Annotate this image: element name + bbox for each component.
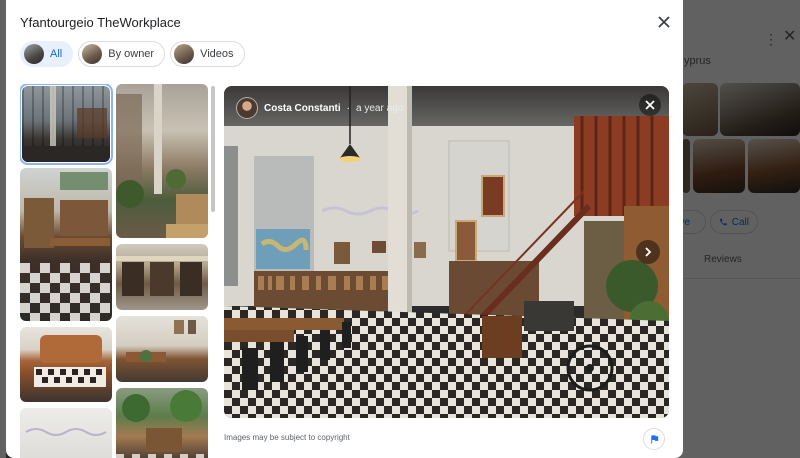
- thumbnail-scene: [116, 84, 208, 238]
- background-close-icon: ✕: [783, 28, 797, 45]
- author-name[interactable]: Costa Constanti: [264, 103, 341, 114]
- chip-thumbnail: [174, 44, 195, 64]
- background-photo-4: [693, 139, 745, 193]
- thumbnail-scene: [22, 86, 110, 162]
- thumbnail-bookshelves[interactable]: [20, 168, 112, 321]
- dialog-close-button[interactable]: [654, 12, 674, 32]
- thumbnail-grid: [20, 84, 210, 458]
- background-call-label: Call: [731, 216, 749, 228]
- thumbnail-scene: [116, 390, 204, 458]
- main-photo-image: [224, 86, 669, 418]
- next-photo-button[interactable]: [636, 240, 660, 264]
- copyright-notice: Images may be subject to copyright: [224, 433, 350, 442]
- thumbnail-storefront[interactable]: [116, 244, 208, 310]
- chip-thumbnail: [82, 44, 103, 64]
- thumbnail-scrollbar[interactable]: [211, 86, 215, 212]
- filter-chip-label: All: [50, 48, 63, 60]
- thumbnail-courtyard[interactable]: [116, 84, 208, 238]
- phone-icon: [720, 218, 727, 226]
- thumbnail-interior-table[interactable]: [116, 316, 208, 382]
- close-icon: [658, 16, 670, 28]
- filter-chip-by-owner[interactable]: By owner: [78, 41, 166, 67]
- report-photo-button[interactable]: [643, 428, 665, 450]
- background-photo-2: [720, 83, 800, 136]
- chevron-right-icon: [645, 247, 652, 257]
- photo-timestamp: a year ago: [356, 102, 404, 114]
- thumbnail-scene: [116, 256, 208, 296]
- dialog-title: Yfantourgeio TheWorkplace: [20, 15, 181, 30]
- thumbnail-scene: [34, 335, 106, 387]
- background-divider: [672, 278, 800, 279]
- filter-chip-label: By owner: [108, 48, 155, 60]
- close-icon: [645, 100, 655, 110]
- more-vert-icon: ⋮: [764, 31, 778, 47]
- thumbnail-wall-lettering[interactable]: [20, 408, 112, 458]
- background-photo-1: [682, 83, 718, 136]
- background-call-button: Call: [710, 210, 758, 234]
- photo-close-button[interactable]: [639, 94, 661, 116]
- thumbnail-garden[interactable]: [116, 388, 208, 458]
- thumbnail-scene: [20, 172, 110, 321]
- thumbnail-sofa-chessboard[interactable]: [20, 327, 112, 402]
- thumbnail-scene: [126, 320, 196, 362]
- chip-thumbnail: [24, 44, 44, 64]
- author-separator: ·: [346, 102, 351, 114]
- background-place-text: yprus: [684, 55, 711, 67]
- background-photo-5: [748, 139, 800, 193]
- filter-chip-videos[interactable]: Videos: [170, 41, 245, 67]
- background-reviews-tab: Reviews: [704, 254, 742, 265]
- thumbnail-scene: [25, 428, 107, 436]
- thumbnail-workspace-interior[interactable]: [20, 84, 113, 165]
- background-place-panel: ⋮ ✕ yprus ave Call Reviews: [666, 0, 800, 458]
- author-avatar: [236, 97, 258, 119]
- background-photo-3: [682, 139, 690, 193]
- main-photo[interactable]: Costa Constanti · a year ago: [224, 86, 669, 418]
- photo-gallery-dialog: Yfantourgeio TheWorkplace All By owner V…: [6, 0, 683, 458]
- filter-chip-label: Videos: [200, 48, 234, 60]
- flag-icon: [650, 434, 658, 444]
- photo-author[interactable]: Costa Constanti · a year ago: [236, 97, 403, 119]
- filter-chip-all[interactable]: All: [20, 41, 74, 67]
- filter-chips: All By owner Videos: [20, 41, 245, 67]
